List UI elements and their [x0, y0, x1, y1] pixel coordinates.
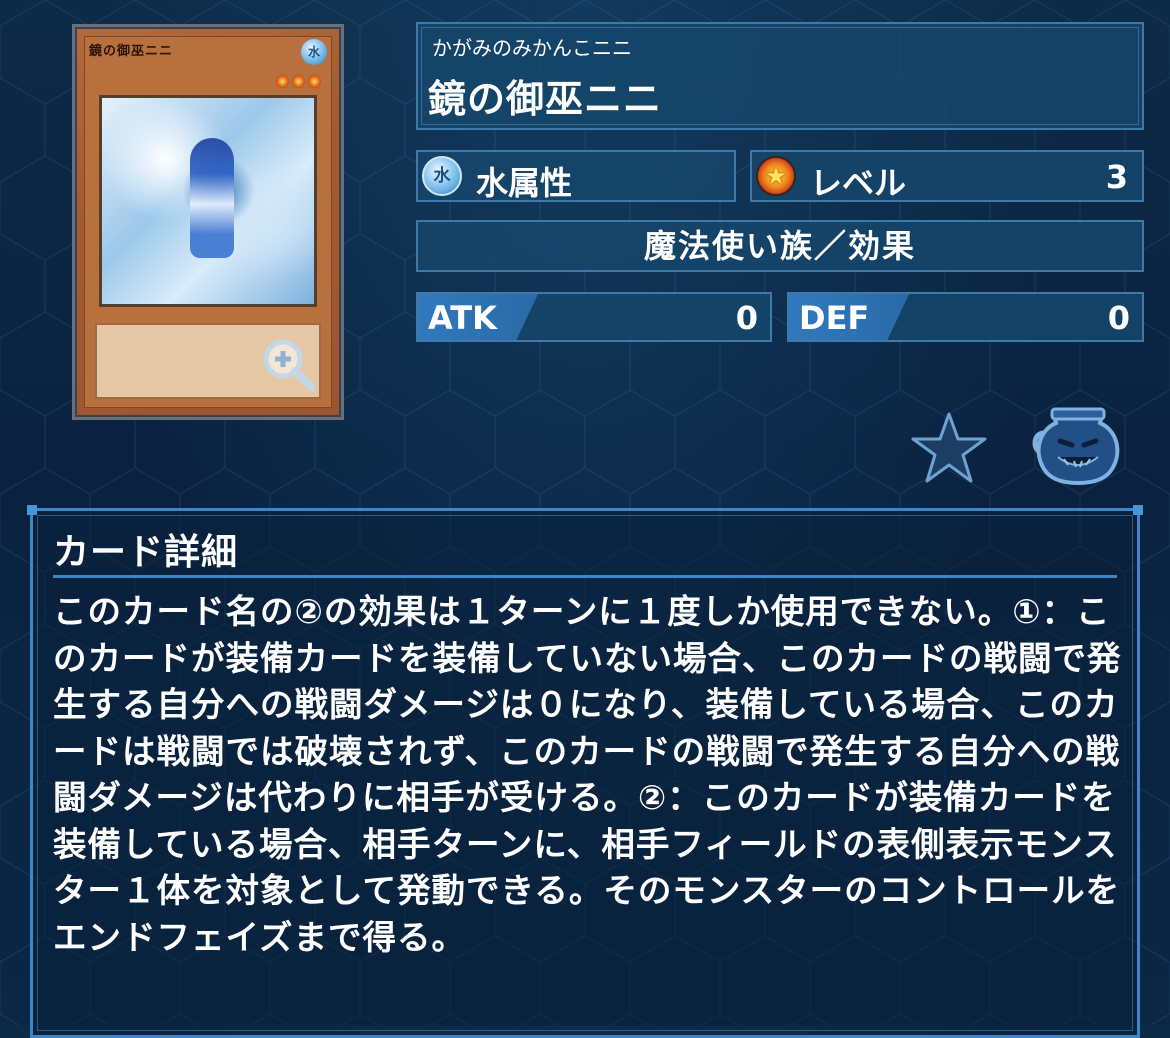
- atk-label: ATK: [428, 299, 497, 337]
- card-image[interactable]: 鏡の御巫ニニ 水: [72, 24, 344, 420]
- def-panel: DEF 0: [787, 292, 1144, 342]
- card-art-name: 鏡の御巫ニニ: [89, 44, 174, 59]
- card-artwork-figure: [190, 138, 234, 258]
- details-divider: [53, 575, 1117, 578]
- level-panel: レベル 3: [750, 150, 1144, 202]
- card-name-panel: かがみのみかんこニニ 鏡の御巫ニニ: [416, 22, 1144, 130]
- card-artwork: [99, 95, 317, 307]
- pot-of-greed-icon[interactable]: [1030, 405, 1126, 487]
- card-name-reading: かがみのみかんこニニ: [432, 36, 632, 60]
- card-level-stars: [276, 75, 321, 88]
- def-value: 0: [1107, 299, 1130, 337]
- type-line: 魔法使い族／効果: [643, 227, 916, 265]
- star-icon[interactable]: [910, 410, 988, 484]
- card-name-title: 鏡の御巫ニニ: [428, 77, 663, 121]
- card-attribute-icon: 水: [301, 39, 327, 65]
- type-panel: 魔法使い族／効果: [416, 220, 1144, 272]
- atk-panel: ATK 0: [416, 292, 772, 342]
- level-star-icon: [276, 75, 289, 88]
- level-star-icon: [756, 156, 796, 196]
- corner-ornament: [1133, 505, 1143, 515]
- details-title: カード詳細: [53, 532, 239, 573]
- attribute-label: 水属性: [476, 164, 573, 202]
- card-details-panel: カード詳細 このカード名の②の効果は１ターンに１度しか使用できない。①：このカー…: [27, 505, 1143, 1038]
- def-label: DEF: [799, 299, 870, 337]
- corner-ornament: [27, 505, 37, 515]
- level-label: レベル: [810, 164, 907, 202]
- atk-value: 0: [735, 299, 758, 337]
- water-attribute-icon: 水: [422, 156, 462, 196]
- attribute-panel: 水 水属性: [416, 150, 736, 202]
- level-star-icon: [308, 75, 321, 88]
- level-value: 3: [1105, 158, 1128, 196]
- card-effect-text: このカード名の②の効果は１ターンに１度しか使用できない。①：このカードが装備カー…: [53, 592, 1122, 957]
- zoom-in-icon[interactable]: [259, 335, 319, 395]
- level-star-icon: [292, 75, 305, 88]
